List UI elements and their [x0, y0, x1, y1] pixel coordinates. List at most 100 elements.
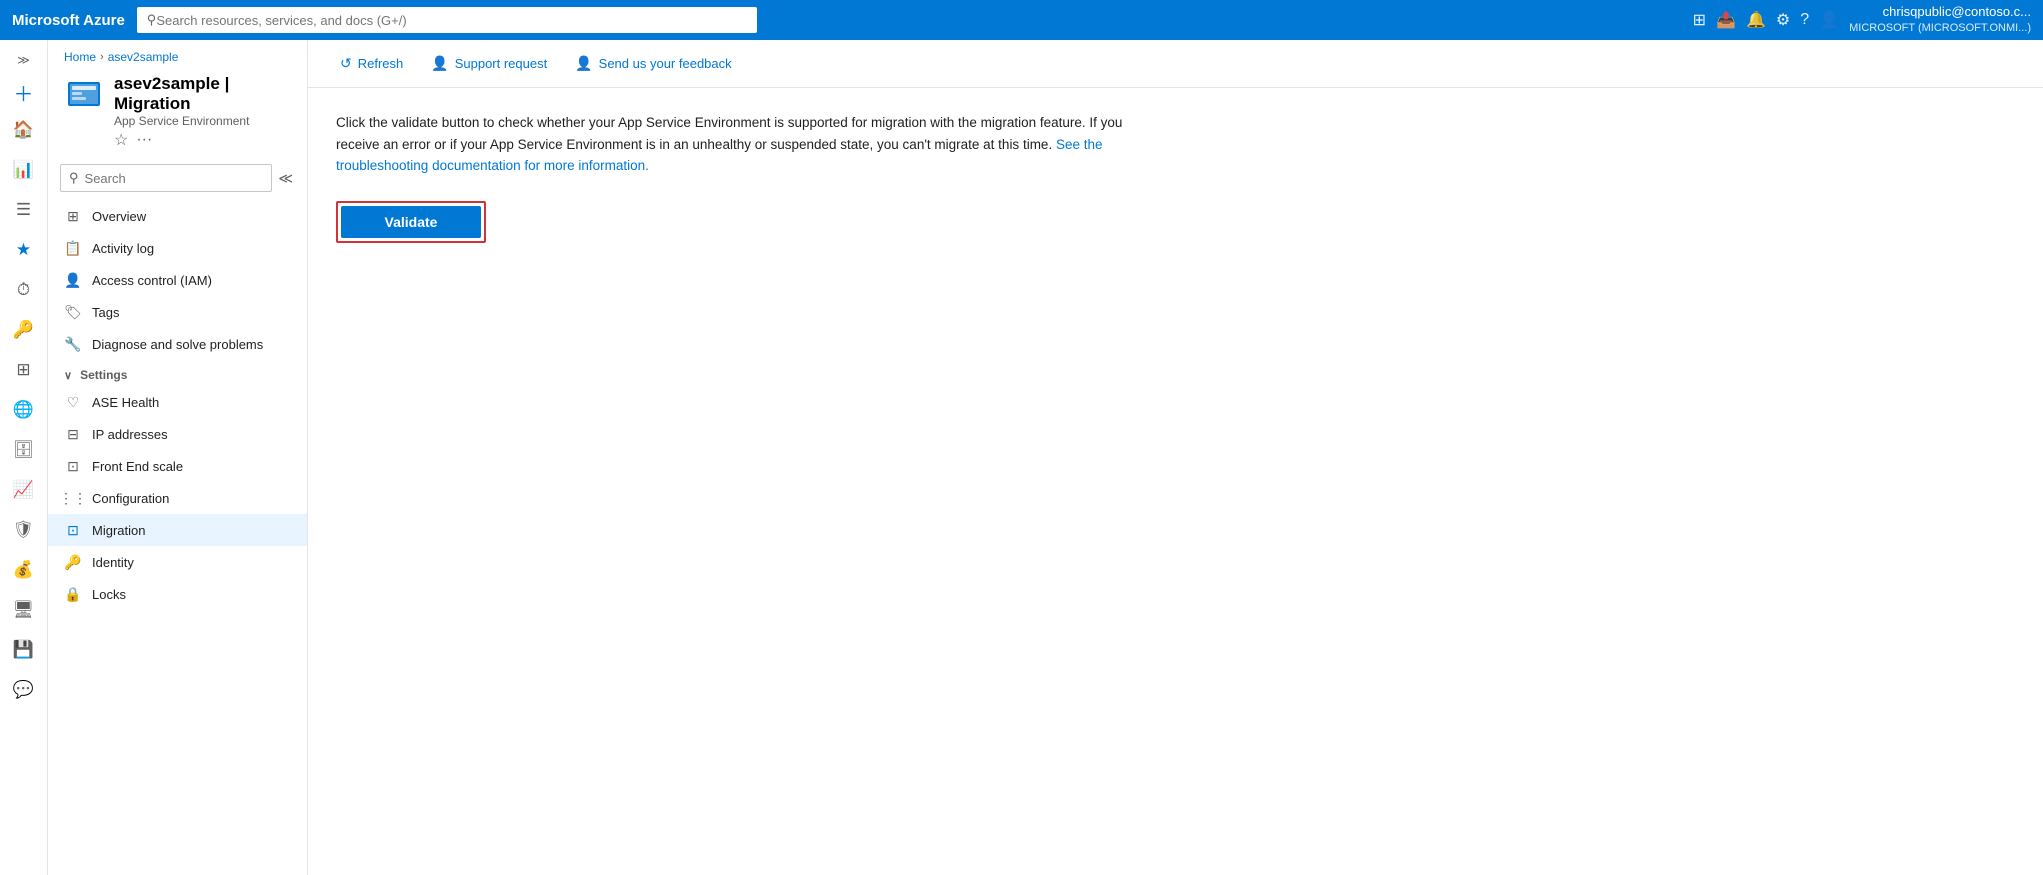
diagnose-icon: 🔧	[64, 335, 82, 353]
main-content: ↺ Refresh 👤 Support request 👤 Send us yo…	[308, 40, 2043, 875]
description-text: Click the validate button to check wheth…	[336, 115, 1122, 152]
resource-title-area: asev2sample | Migration App Service Envi…	[114, 74, 291, 150]
resource-actions: ☆ ···	[114, 130, 291, 150]
resource-type-icon	[64, 74, 104, 114]
sidebar-chat-btn[interactable]: 💬	[4, 672, 44, 708]
refresh-button[interactable]: ↺ Refresh	[328, 50, 415, 77]
settings-section-label: Settings	[80, 368, 127, 382]
top-nav: Microsoft Azure ⚲ ⊞ 📤 🔔 ⚙ ? 👤 chrisqpubl…	[0, 0, 2043, 40]
settings-section-header[interactable]: ∨ Settings	[48, 360, 307, 386]
front-end-scale-icon: ⊡	[64, 457, 82, 475]
sidebar-security-btn[interactable]: 🛡	[4, 512, 44, 548]
send-feedback-icon: 👤	[575, 55, 592, 72]
icon-sidebar: ≫ ＋ 🏠 📊 ☰ ★ ⏱ 🔑 ⊞ 🌐 🗄 📈 🛡 💰 🖥 💾 💬	[0, 40, 48, 875]
content-toolbar: ↺ Refresh 👤 Support request 👤 Send us yo…	[308, 40, 2043, 88]
refresh-icon: ↺	[340, 55, 352, 72]
collapse-sidebar-btn[interactable]: ≪	[276, 168, 295, 189]
sidebar-recent-btn[interactable]: ⏱	[4, 272, 44, 308]
activity-log-icon: 📋	[64, 239, 82, 257]
nav-item-configuration[interactable]: ⋮⋮ Configuration	[48, 482, 307, 514]
nav-item-front-end-scale-label: Front End scale	[92, 459, 183, 474]
breadcrumb-resource[interactable]: asev2sample	[108, 50, 179, 64]
global-search-input[interactable]	[156, 13, 746, 28]
nav-item-ip-addresses-label: IP addresses	[92, 427, 168, 442]
feedback-icon[interactable]: 👤	[1819, 10, 1839, 30]
nav-item-access-control[interactable]: 👤 Access control (IAM)	[48, 264, 307, 296]
resource-sidebar: Home › asev2sample asev2sample | Migrati…	[48, 40, 308, 875]
sidebar-favorites-btn[interactable]: ★	[4, 232, 44, 268]
expand-sidebar-btn[interactable]: ≫	[4, 48, 44, 72]
nav-item-ase-health-label: ASE Health	[92, 395, 159, 410]
sidebar-search-wrap[interactable]: ⚲	[60, 164, 272, 192]
nav-item-tags[interactable]: 🏷 Tags	[48, 296, 307, 328]
sidebar-subscriptions-btn[interactable]: 🔑	[4, 312, 44, 348]
sidebar-app-services-btn[interactable]: 🌐	[4, 392, 44, 428]
ip-addresses-icon: ⊟	[64, 425, 82, 443]
locks-icon: 🔒	[64, 585, 82, 603]
more-actions-btn[interactable]: ···	[136, 131, 152, 149]
nav-item-overview[interactable]: ⊞ Overview	[48, 200, 307, 232]
gear-icon[interactable]: ⚙	[1776, 10, 1790, 30]
nav-item-migration-label: Migration	[92, 523, 145, 538]
sidebar-dashboard-btn[interactable]: 📊	[4, 152, 44, 188]
main-layout: ≫ ＋ 🏠 📊 ☰ ★ ⏱ 🔑 ⊞ 🌐 🗄 📈 🛡 💰 🖥 💾 💬 Home ›…	[0, 40, 2043, 875]
feedback-button[interactable]: 👤 Send us your feedback	[563, 50, 743, 77]
ase-health-icon: ♡	[64, 393, 82, 411]
migration-description: Click the validate button to check wheth…	[336, 112, 1136, 177]
breadcrumb-home[interactable]: Home	[64, 50, 96, 64]
username: chrisqpublic@contoso.c...	[1849, 4, 2031, 21]
nav-item-ase-health[interactable]: ♡ ASE Health	[48, 386, 307, 418]
sidebar-resource-groups-btn[interactable]: ⊞	[4, 352, 44, 388]
sidebar-sql-btn[interactable]: 🗄	[4, 432, 44, 468]
resource-header: asev2sample | Migration App Service Envi…	[48, 68, 307, 160]
validate-button[interactable]: Validate	[341, 206, 481, 238]
cloud-shell-icon[interactable]: ⊞	[1693, 10, 1706, 30]
create-resource-btn[interactable]: ＋	[4, 76, 44, 108]
nav-item-ip-addresses[interactable]: ⊟ IP addresses	[48, 418, 307, 450]
refresh-label: Refresh	[358, 56, 404, 71]
sidebar-storage-btn[interactable]: 💾	[4, 632, 44, 668]
settings-chevron: ∨	[64, 369, 72, 382]
resource-type-label: App Service Environment	[114, 114, 291, 128]
portal-settings-icon[interactable]: 📤	[1716, 10, 1736, 30]
nav-item-front-end-scale[interactable]: ⊡ Front End scale	[48, 450, 307, 482]
sidebar-virtual-machines-btn[interactable]: 🖥	[4, 592, 44, 628]
user-info[interactable]: chrisqpublic@contoso.c... MICROSOFT (MIC…	[1849, 4, 2031, 35]
nav-item-activity-log[interactable]: 📋 Activity log	[48, 232, 307, 264]
identity-icon: 🔑	[64, 553, 82, 571]
nav-item-activity-log-label: Activity log	[92, 241, 154, 256]
support-icon: 👤	[431, 55, 448, 72]
resource-name: asev2sample | Migration	[114, 74, 291, 114]
feedback-label: Send us your feedback	[599, 56, 732, 71]
nav-item-identity[interactable]: 🔑 Identity	[48, 546, 307, 578]
sidebar-monitor-btn[interactable]: 📈	[4, 472, 44, 508]
sidebar-search-area: ⚲ ≪	[48, 160, 307, 200]
iam-icon: 👤	[64, 271, 82, 289]
nav-item-diagnose[interactable]: 🔧 Diagnose and solve problems	[48, 328, 307, 360]
favorite-btn[interactable]: ☆	[114, 130, 128, 150]
content-area: Click the validate button to check wheth…	[308, 88, 2043, 875]
nav-item-migration[interactable]: ⊡ Migration	[48, 514, 307, 546]
help-icon[interactable]: ?	[1800, 11, 1809, 29]
sidebar-search-input[interactable]	[85, 171, 264, 186]
notification-icon[interactable]: 🔔	[1746, 10, 1766, 30]
global-search-bar[interactable]: ⚲	[137, 7, 757, 33]
sidebar-cost-btn[interactable]: 💰	[4, 552, 44, 588]
sidebar-home-btn[interactable]: 🏠	[4, 112, 44, 148]
nav-item-locks[interactable]: 🔒 Locks	[48, 578, 307, 610]
configuration-icon: ⋮⋮	[64, 489, 82, 507]
nav-item-identity-label: Identity	[92, 555, 134, 570]
nav-menu: ⊞ Overview 📋 Activity log 👤 Access contr…	[48, 200, 307, 610]
support-request-button[interactable]: 👤 Support request	[419, 50, 559, 77]
sidebar-search-icon: ⚲	[69, 170, 79, 186]
nav-item-tags-label: Tags	[92, 305, 119, 320]
nav-item-configuration-label: Configuration	[92, 491, 169, 506]
tags-icon: 🏷	[64, 303, 82, 321]
overview-icon: ⊞	[64, 207, 82, 225]
tenant-name: MICROSOFT (MICROSOFT.ONMI...)	[1849, 21, 2031, 35]
app-logo: Microsoft Azure	[12, 12, 125, 29]
breadcrumb: Home › asev2sample	[48, 40, 307, 68]
nav-item-locks-label: Locks	[92, 587, 126, 602]
sidebar-all-services-btn[interactable]: ☰	[4, 192, 44, 228]
nav-item-overview-label: Overview	[92, 209, 146, 224]
